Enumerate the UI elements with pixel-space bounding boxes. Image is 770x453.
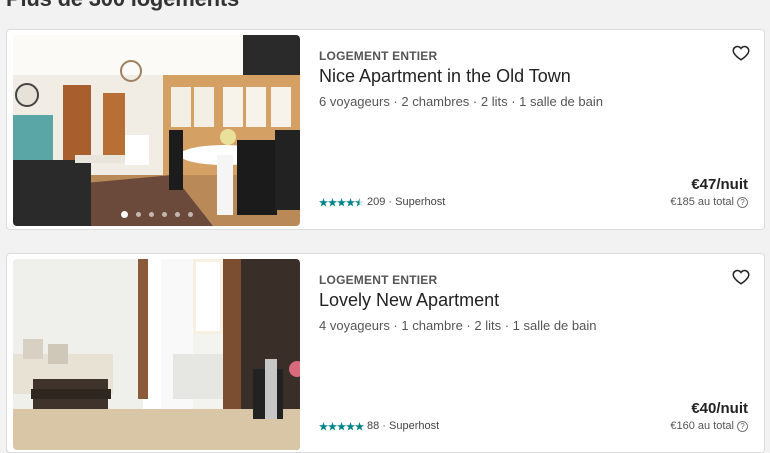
star-icon — [328, 197, 337, 207]
total-price: €160 au total ? — [670, 420, 748, 432]
star-icon — [319, 197, 328, 207]
listing-type: LOGEMENT ENTIER — [319, 273, 438, 287]
apartment-photo-living-room — [13, 259, 300, 450]
page-title: Plus de 300 logements — [6, 0, 239, 12]
carousel-dot[interactable] — [187, 212, 193, 217]
listing-details: 6 voyageurs · 2 chambres · 2 lits · 1 sa… — [319, 94, 603, 109]
carousel-dot[interactable] — [135, 212, 141, 217]
star-icon — [346, 421, 355, 431]
listing-type: LOGEMENT ENTIER — [319, 49, 438, 63]
star-icon — [328, 421, 337, 431]
carousel-dots[interactable] — [13, 211, 300, 218]
listing-title[interactable]: Nice Apartment in the Old Town — [319, 66, 571, 87]
listing-details: 4 voyageurs · 1 chambre · 2 lits · 1 sal… — [319, 318, 597, 333]
rating-stars — [319, 421, 364, 431]
listing-title[interactable]: Lovely New Apartment — [319, 290, 499, 311]
star-icon — [337, 197, 346, 207]
listing-photo[interactable] — [13, 259, 300, 450]
listing-rating: 88 · Superhost — [319, 420, 439, 432]
listing-rating: 209 · Superhost — [319, 196, 445, 208]
star-half-icon — [355, 197, 364, 207]
nightly-price: €40/nuit — [691, 400, 748, 417]
star-icon — [319, 421, 328, 431]
total-price: €185 au total ? — [670, 196, 748, 208]
rating-stars — [319, 197, 364, 207]
carousel-dot[interactable] — [161, 212, 167, 217]
total-price-text: €185 au total — [670, 196, 734, 208]
rating-text: 88 · Superhost — [367, 420, 440, 432]
listing-photo[interactable] — [13, 35, 300, 226]
carousel-dot[interactable] — [174, 212, 180, 217]
question-icon[interactable]: ? — [737, 420, 748, 432]
listing-card[interactable]: LOGEMENT ENTIER Lovely New Apartment 4 v… — [6, 253, 765, 453]
total-price-text: €160 au total — [670, 420, 734, 432]
star-icon — [337, 421, 346, 431]
question-icon[interactable]: ? — [737, 196, 748, 208]
heart-icon[interactable] — [732, 268, 750, 286]
carousel-dot[interactable] — [148, 212, 154, 217]
nightly-price: €47/nuit — [691, 176, 748, 193]
apartment-photo-living-room — [13, 35, 300, 226]
star-icon — [355, 421, 364, 431]
star-icon — [346, 197, 355, 207]
rating-text: 209 · Superhost — [367, 196, 446, 208]
listing-card[interactable]: LOGEMENT ENTIER Nice Apartment in the Ol… — [6, 29, 765, 230]
heart-icon[interactable] — [732, 44, 750, 62]
carousel-dot[interactable] — [120, 211, 128, 218]
